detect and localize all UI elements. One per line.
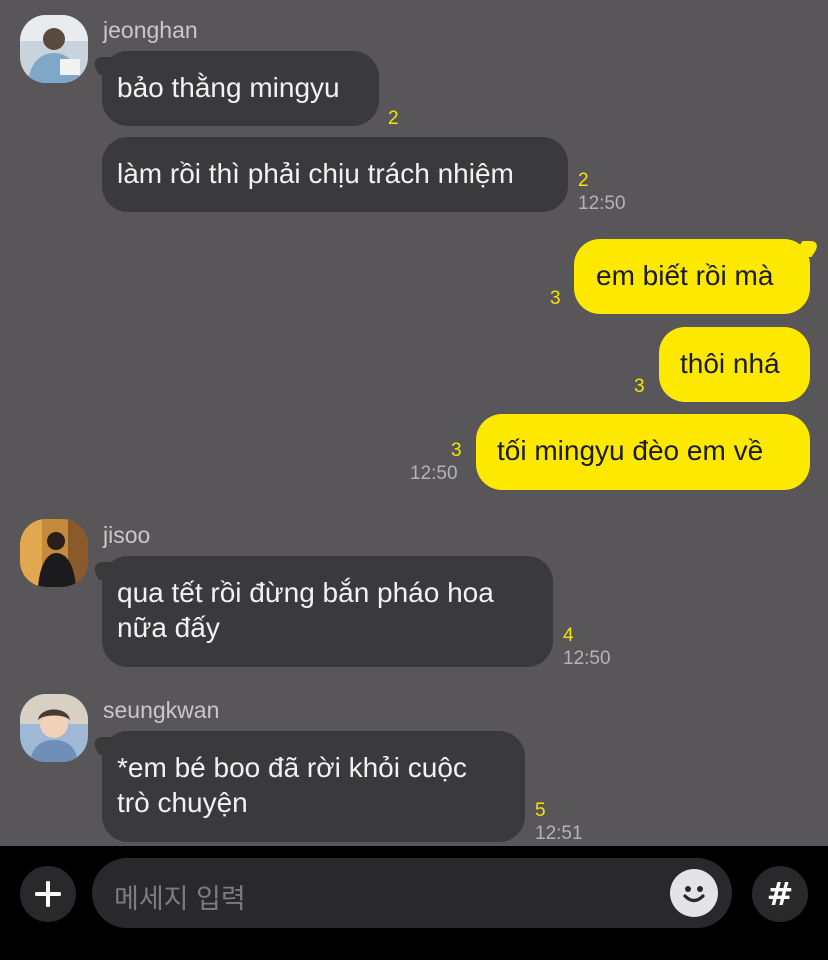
avatar-jeonghan[interactable] (20, 15, 88, 83)
message-text: thôi nhá (680, 348, 780, 379)
emoji-button[interactable] (670, 869, 718, 917)
smiley-icon (683, 886, 705, 903)
sender-name: jeonghan (103, 17, 198, 43)
plus-icon (35, 881, 61, 907)
message-input[interactable]: 메세지 입력 (92, 858, 732, 928)
unread-count: 2 (388, 108, 399, 129)
message-text-line: trò chuyện (117, 787, 248, 818)
unread-count: 3 (634, 376, 645, 397)
timestamp: 12:50 (410, 463, 458, 484)
message-bubble[interactable]: *em bé boo đã rời khỏi cuộc trò chuyện (102, 731, 525, 842)
message-text: em biết rồi mà (596, 260, 774, 291)
timestamp: 12:50 (578, 193, 626, 214)
unread-count: 3 (451, 440, 462, 461)
message-bubble[interactable]: em biết rồi mà (574, 239, 810, 314)
message-bubble[interactable]: làm rồi thì phải chịu trách nhiệm (102, 137, 568, 212)
message-input-bar: 메세지 입력 # (0, 846, 828, 960)
unread-count: 2 (578, 170, 589, 191)
unread-count: 3 (550, 288, 561, 309)
add-attachment-button[interactable] (20, 866, 76, 922)
message-text: làm rồi thì phải chịu trách nhiệm (117, 158, 514, 189)
message-text-line: qua tết rồi đừng bắn pháo hoa (117, 577, 494, 608)
message-text: tối mingyu đèo em về (497, 435, 764, 466)
message-text-line: nữa đấy (117, 612, 220, 643)
message-text: bảo thằng mingyu (117, 72, 340, 103)
sender-name: seungkwan (103, 697, 220, 723)
timestamp: 12:50 (563, 648, 611, 669)
avatar-jisoo[interactable] (20, 519, 88, 587)
sender-name: jisoo (103, 522, 151, 548)
hashtag-icon: # (766, 875, 794, 913)
message-text-line: *em bé boo đã rời khỏi cuộc (117, 752, 467, 783)
avatar-seungkwan[interactable] (20, 694, 88, 762)
chat-area[interactable]: jeonghan bảo thằng mingyu 2 làm rồi thì … (0, 0, 828, 846)
message-bubble[interactable]: qua tết rồi đừng bắn pháo hoa nữa đấy (102, 556, 553, 667)
input-placeholder: 메세지 입력 (114, 884, 246, 914)
message-bubble[interactable]: thôi nhá (659, 327, 810, 402)
unread-count: 5 (535, 800, 546, 821)
timestamp: 12:51 (535, 823, 583, 844)
message-bubble[interactable]: bảo thằng mingyu (102, 51, 379, 126)
hashtag-button[interactable]: # (752, 866, 808, 922)
unread-count: 4 (563, 625, 574, 646)
message-bubble[interactable]: tối mingyu đèo em về (476, 414, 810, 490)
